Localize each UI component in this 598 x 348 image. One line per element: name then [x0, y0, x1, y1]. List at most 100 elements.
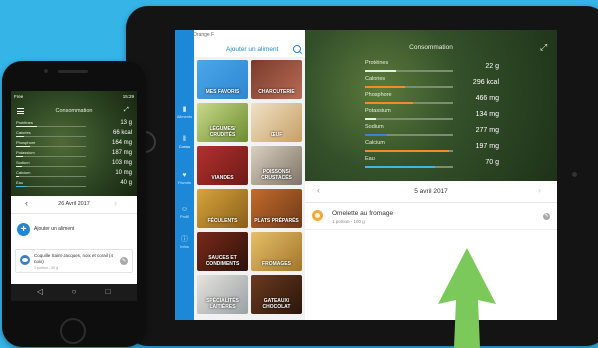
tile-charcuterie[interactable]: CHARCUTERIE [251, 60, 302, 99]
tile-fromages[interactable]: FROMAGES [251, 232, 302, 271]
expand-icon[interactable]: ⤢ [124, 107, 129, 114]
phone-consumption-title: Consommation [55, 108, 93, 114]
phone-current-date: 26 Avril 2017 [58, 201, 90, 207]
omelette-icon [312, 210, 323, 221]
nutrient-value: 13 g [120, 120, 132, 126]
android-nav-bar: ◁ ○ □ [11, 284, 137, 301]
nutrient-value: 40 g [120, 180, 132, 186]
fork-knife-icon: ‖ [183, 136, 186, 143]
nutrient-row-phosphore: Phosphore 466 mg [365, 92, 499, 108]
nutrient-value: 22 g [485, 63, 499, 70]
meal-entry[interactable]: Omelette au fromage 1 portion - 100 g ✎ [305, 204, 557, 230]
nutrient-row-calories: Calories 296 kcal [365, 76, 499, 92]
nutrient-row-potassium: Potassium 134 mg [365, 108, 499, 124]
nutrient-label: Sodium [16, 160, 30, 165]
recents-icon[interactable]: □ [103, 287, 113, 297]
nutrient-label: Potassium [16, 150, 35, 155]
nutrient-value: 296 kcal [472, 79, 499, 86]
tile-label: FÉCULENTS [207, 217, 238, 224]
tile-plats-prepares[interactable]: PLATS PRÉPARÉS [251, 189, 302, 228]
tile-label: ŒUF [270, 131, 283, 138]
rail-item-infos[interactable]: ⓘ Infos [175, 236, 194, 249]
back-icon[interactable]: ◁ [35, 287, 45, 297]
nutrient-row-eau: Eau 40 g [16, 180, 132, 189]
meal-name: Coquille Saint-Jacques, noix et corail (… [34, 253, 114, 264]
nutrient-label: Protéines [16, 120, 33, 125]
phone-meal-entry[interactable]: Coquille Saint-Jacques, noix et corail (… [15, 249, 133, 273]
nutrient-label: Calcium [365, 140, 385, 146]
phone-date-navigator: ‹ 26 Avril 2017 › [11, 196, 137, 214]
rail-item-profil[interactable]: ☺ Profil [175, 206, 194, 219]
food-category-grid: MES FAVORIS CHARCUTERIE LÉGUMES/ CRUDITÉ… [194, 57, 305, 320]
tablet-screen: Orange F ▮ Aliments ‖ Conso ♥ Favoris ☺ … [175, 30, 557, 320]
carrier-label: Free [14, 94, 24, 99]
nutrient-bar [16, 176, 19, 178]
rail-item-conso[interactable]: ‖ Conso [175, 136, 194, 149]
tile-label: SAUCES ET CONDIMENTS [205, 255, 240, 267]
home-icon[interactable]: ○ [69, 287, 79, 297]
tile-feculents[interactable]: FÉCULENTS [197, 189, 248, 228]
tile-oeuf[interactable]: ŒUF [251, 103, 302, 142]
nutrient-value: 197 mg [475, 143, 499, 150]
nutrient-bar [16, 166, 22, 168]
nutrient-bar [365, 70, 396, 72]
edit-icon[interactable]: ✎ [120, 257, 128, 265]
expand-icon[interactable]: ⤢ [540, 42, 550, 52]
nutrient-value: 70 g [485, 159, 499, 166]
nutrient-row-proteines: Protéines 13 g [16, 120, 132, 129]
tile-label: POISSONS/ CRUSTACÉS [261, 169, 292, 181]
nutrient-label: Sodium [365, 124, 384, 130]
tile-label: VIANDES [211, 174, 234, 181]
add-food-button[interactable]: + Ajouter un aliment [17, 222, 132, 238]
nutrient-bar [365, 86, 405, 88]
date-navigator: ‹ 5 avril 2017 › [305, 181, 557, 203]
nutrient-bar [16, 136, 25, 138]
tile-label: SPÉCIALITÉS LAITIÈRES [206, 298, 239, 310]
nutrient-bar [16, 156, 23, 158]
chevron-right-icon[interactable]: › [114, 198, 117, 208]
edit-icon[interactable]: ✎ [543, 213, 550, 220]
plus-icon: + [17, 223, 30, 236]
phone-home-button[interactable] [60, 318, 86, 344]
phone-status-bar: Free 15:29 [14, 94, 134, 99]
tile-viandes[interactable]: VIANDES [197, 146, 248, 185]
nutrient-row-eau: Eau 70 g [365, 156, 499, 172]
rail-item-favoris[interactable]: ♥ Favoris [175, 172, 194, 185]
tile-gateaux-chocolat[interactable]: GATEAUX/ CHOCOLAT [251, 275, 302, 314]
nutrient-label: Phosphore [365, 92, 392, 98]
nutrient-row-sodium: Sodium 103 mg [16, 160, 132, 169]
nutrient-bar [16, 126, 37, 128]
nutrient-row-phosphore: Phosphore 164 mg [16, 140, 132, 149]
tile-label: PLATS PRÉPARÉS [254, 217, 299, 224]
current-date: 5 avril 2017 [414, 188, 448, 195]
tile-label: FROMAGES [262, 260, 291, 267]
chevron-right-icon[interactable]: › [538, 185, 541, 195]
nutrient-value: 103 mg [111, 160, 132, 166]
tablet-camera [572, 172, 577, 177]
heart-icon: ♥ [182, 172, 187, 179]
rail-item-aliments[interactable]: ▮ Aliments [175, 106, 194, 119]
nutrient-label: Eau [365, 156, 375, 162]
nutrient-label: Potassium [365, 108, 391, 114]
nutrient-label: Protéines [365, 60, 389, 66]
nutrient-row-sodium: Sodium 277 mg [365, 124, 499, 140]
nutrient-label: Calories [365, 76, 386, 82]
person-icon: ☺ [180, 206, 189, 213]
tile-poissons-crustaces[interactable]: POISSONS/ CRUSTACÉS [251, 146, 302, 185]
nutrient-row-calcium: Calcium 10 mg [16, 170, 132, 179]
consumption-summary: Consommation ⤢ Protéines 22 g Calories 296… [305, 30, 557, 181]
tile-sauces-condiments[interactable]: SAUCES ET CONDIMENTS [197, 232, 248, 271]
nutrient-value: 164 mg [111, 140, 132, 146]
phone-screen: Free 15:29 Consommation ⤢ Protéines 13 g … [11, 91, 137, 301]
tile-specialites-laitieres[interactable]: SPÉCIALITÉS LAITIÈRES [197, 275, 248, 314]
rail-label: Profil [179, 214, 190, 219]
consumption-panel: Consommation ⤢ Protéines 22 g Calories 296… [305, 30, 557, 320]
search-icon[interactable] [293, 45, 301, 53]
nutrient-bar [365, 150, 449, 152]
bar-chart-icon: ▮ [182, 106, 187, 113]
nutrient-value: 134 mg [475, 111, 499, 118]
tile-legumes-crudites[interactable]: LÉGUMES/ CRUDITÉS [197, 103, 248, 142]
nutrient-value: 66 kcal [112, 130, 132, 136]
nutrient-bar [365, 118, 376, 120]
tile-mes-favoris[interactable]: MES FAVORIS [197, 60, 248, 99]
